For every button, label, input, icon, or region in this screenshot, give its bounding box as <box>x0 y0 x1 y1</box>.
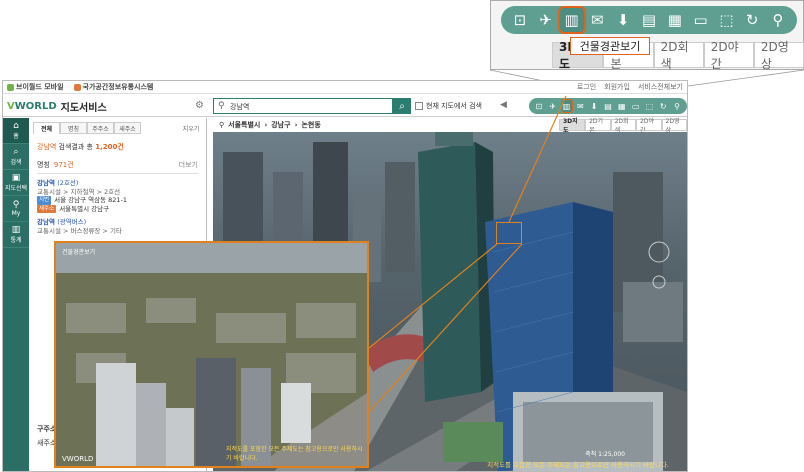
pin-icon: ⚲ <box>218 101 225 111</box>
map-select-icon: ▣ <box>11 173 21 183</box>
checkbox-icon[interactable] <box>415 102 423 110</box>
building-view-icon[interactable]: ▥ <box>560 99 573 113</box>
result-address: 지번 서울 강남구 역삼동 821-1 <box>37 196 128 205</box>
stats-icon: ▥ <box>11 225 21 235</box>
top-links-bar: 브이월드 모바일 국가공간정보유통시스템 로그인 회원가입 서비스전체보기 <box>3 81 687 94</box>
share-icon[interactable]: ✉ <box>575 100 585 112</box>
inset-caption: 건물경관보기 <box>62 249 96 256</box>
gear-icon[interactable]: ⚙ <box>195 100 204 111</box>
location-icon[interactable]: ⚲ <box>672 100 682 112</box>
vworld-logo[interactable]: VWORLD 지도서비스 <box>7 99 107 114</box>
nav-search[interactable]: ⌕ 검색 <box>3 144 29 170</box>
map-toolbar: ⊡ ✈ ▥ ✉ ⬇ ▤ ▦ ▭ ⬚ ↻ ⚲ <box>529 98 687 114</box>
building-view-inset[interactable]: 건물경관보기 VWORLD 지적도를 포함한 모든 주제도는 참고용으로만 사용… <box>54 241 369 468</box>
result-name[interactable]: 강남역 (광역버스) <box>37 218 198 227</box>
search-icon: ⌕ <box>13 147 19 157</box>
tab-2d-gray[interactable]: 2D회색 <box>610 118 637 134</box>
inset-disclaimer: 지적도를 포함한 모든 주제도는 참고용으로만 사용하시기 바랍니다. <box>226 446 363 462</box>
search-in-map-checkbox[interactable]: 현재 지도에서 검색 <box>415 101 482 111</box>
refresh-icon[interactable]: ↻ <box>658 100 668 112</box>
selected-building-marker[interactable] <box>496 222 522 244</box>
search-icon: ⌕ <box>399 100 405 112</box>
mobile-link[interactable]: 브이월드 모바일 <box>7 82 64 92</box>
tab-name[interactable]: 명칭 <box>60 122 87 134</box>
tab-3d-map[interactable]: 3D지도 <box>559 118 586 134</box>
building-icon[interactable]: ▦ <box>617 100 627 112</box>
spatial-info-link[interactable]: 국가공간정보유통시스템 <box>73 82 153 92</box>
all-services-link[interactable]: 서비스전체보기 <box>638 82 683 92</box>
search-input[interactable]: ⚲ 강남역 <box>213 98 393 114</box>
login-link[interactable]: 로그인 <box>577 82 596 92</box>
area-icon[interactable]: ⬚ <box>644 100 654 112</box>
nav-home[interactable]: ⌂ 홈 <box>3 118 29 144</box>
print-icon[interactable]: ▤ <box>603 100 613 112</box>
tab-old-address[interactable]: 주주소 <box>87 122 114 134</box>
result-name[interactable]: 강남역 (2호선) <box>37 179 198 188</box>
pin-icon: ⚲ <box>219 121 225 129</box>
nav-stats[interactable]: ▥ 통계 <box>3 222 29 248</box>
result-category: 교통시설 > 버스정류장 > 기타 <box>37 226 122 235</box>
inset-logo: VWORLD <box>62 455 94 463</box>
crumb-dong[interactable]: 논현동 <box>301 120 320 130</box>
building-view-tooltip: 건물경관보기 <box>570 37 650 55</box>
ruler-icon[interactable]: ▭ <box>631 100 641 112</box>
more-link[interactable]: 더보기 <box>179 160 198 170</box>
list-item[interactable]: 강남역 (2호선) 교통시설 > 지하철역 > 2호선 지번 서울 강남구 역삼동… <box>37 179 198 213</box>
result-summary: 강남역 검색결과 총 1,200건 <box>37 143 124 151</box>
crumb-district[interactable]: 강남구 <box>271 120 290 130</box>
list-item[interactable]: 강남역 (광역버스) 교통시설 > 버스정류장 > 기타 <box>37 218 198 235</box>
tab-new-address[interactable]: 새주소 <box>114 122 141 134</box>
map-type-tabs: 3D지도 2D기본 2D회색 2D야간 2D영상 <box>559 118 687 134</box>
name-section-header: 명칭 971건 더보기 <box>37 160 198 174</box>
result-tabs: 전체 명칭 주주소 새주소 지우기 <box>33 122 206 134</box>
my-icon: ⚲ <box>12 200 20 210</box>
collapse-panel-icon[interactable]: ◀ <box>500 100 507 110</box>
tab-all[interactable]: 전체 <box>33 122 60 134</box>
tab-2d-basic[interactable]: 2D기본 <box>585 118 611 134</box>
tab-2d-satellite[interactable]: 2D영상 <box>661 118 687 134</box>
measure-icon[interactable]: ⊡ <box>534 100 544 112</box>
clear-button[interactable]: 지우기 <box>176 122 206 134</box>
satellite-icon[interactable]: ✈ <box>548 100 558 112</box>
home-icon: ⌂ <box>13 121 19 131</box>
map-disclaimer: 지적도를 포함한 모든 주제도는 참고용으로만 사용하시기 바랍니다. <box>487 461 669 469</box>
signup-link[interactable]: 회원가입 <box>604 82 630 92</box>
aerial-render <box>56 243 367 466</box>
result-category: 교통시설 > 지하철역 > 2호선 <box>37 187 121 196</box>
crumb-city[interactable]: 서울특별시 <box>228 120 260 130</box>
search-button[interactable]: ⌕ <box>393 98 411 114</box>
result-new-address: 새주소 서울특별시 강남구 <box>37 204 110 213</box>
nav-my[interactable]: ⚲ My <box>3 196 29 222</box>
service-title: 지도서비스 <box>60 103 107 114</box>
map-scale: 축척 1:25,000 <box>585 451 625 458</box>
left-nav: ⌂ 홈 ⌕ 검색 ▣ 지도선택 ⚲ My ▥ 통계 <box>3 118 29 471</box>
header: VWORLD 지도서비스 ⚙ ⚲ 강남역 ⌕ 현재 지도에서 검색 ◀ ⊡ ✈ … <box>3 95 687 117</box>
download-icon[interactable]: ⬇ <box>589 100 599 112</box>
tab-2d-night[interactable]: 2D야간 <box>636 118 662 134</box>
nav-map-select[interactable]: ▣ 지도선택 <box>3 170 29 196</box>
